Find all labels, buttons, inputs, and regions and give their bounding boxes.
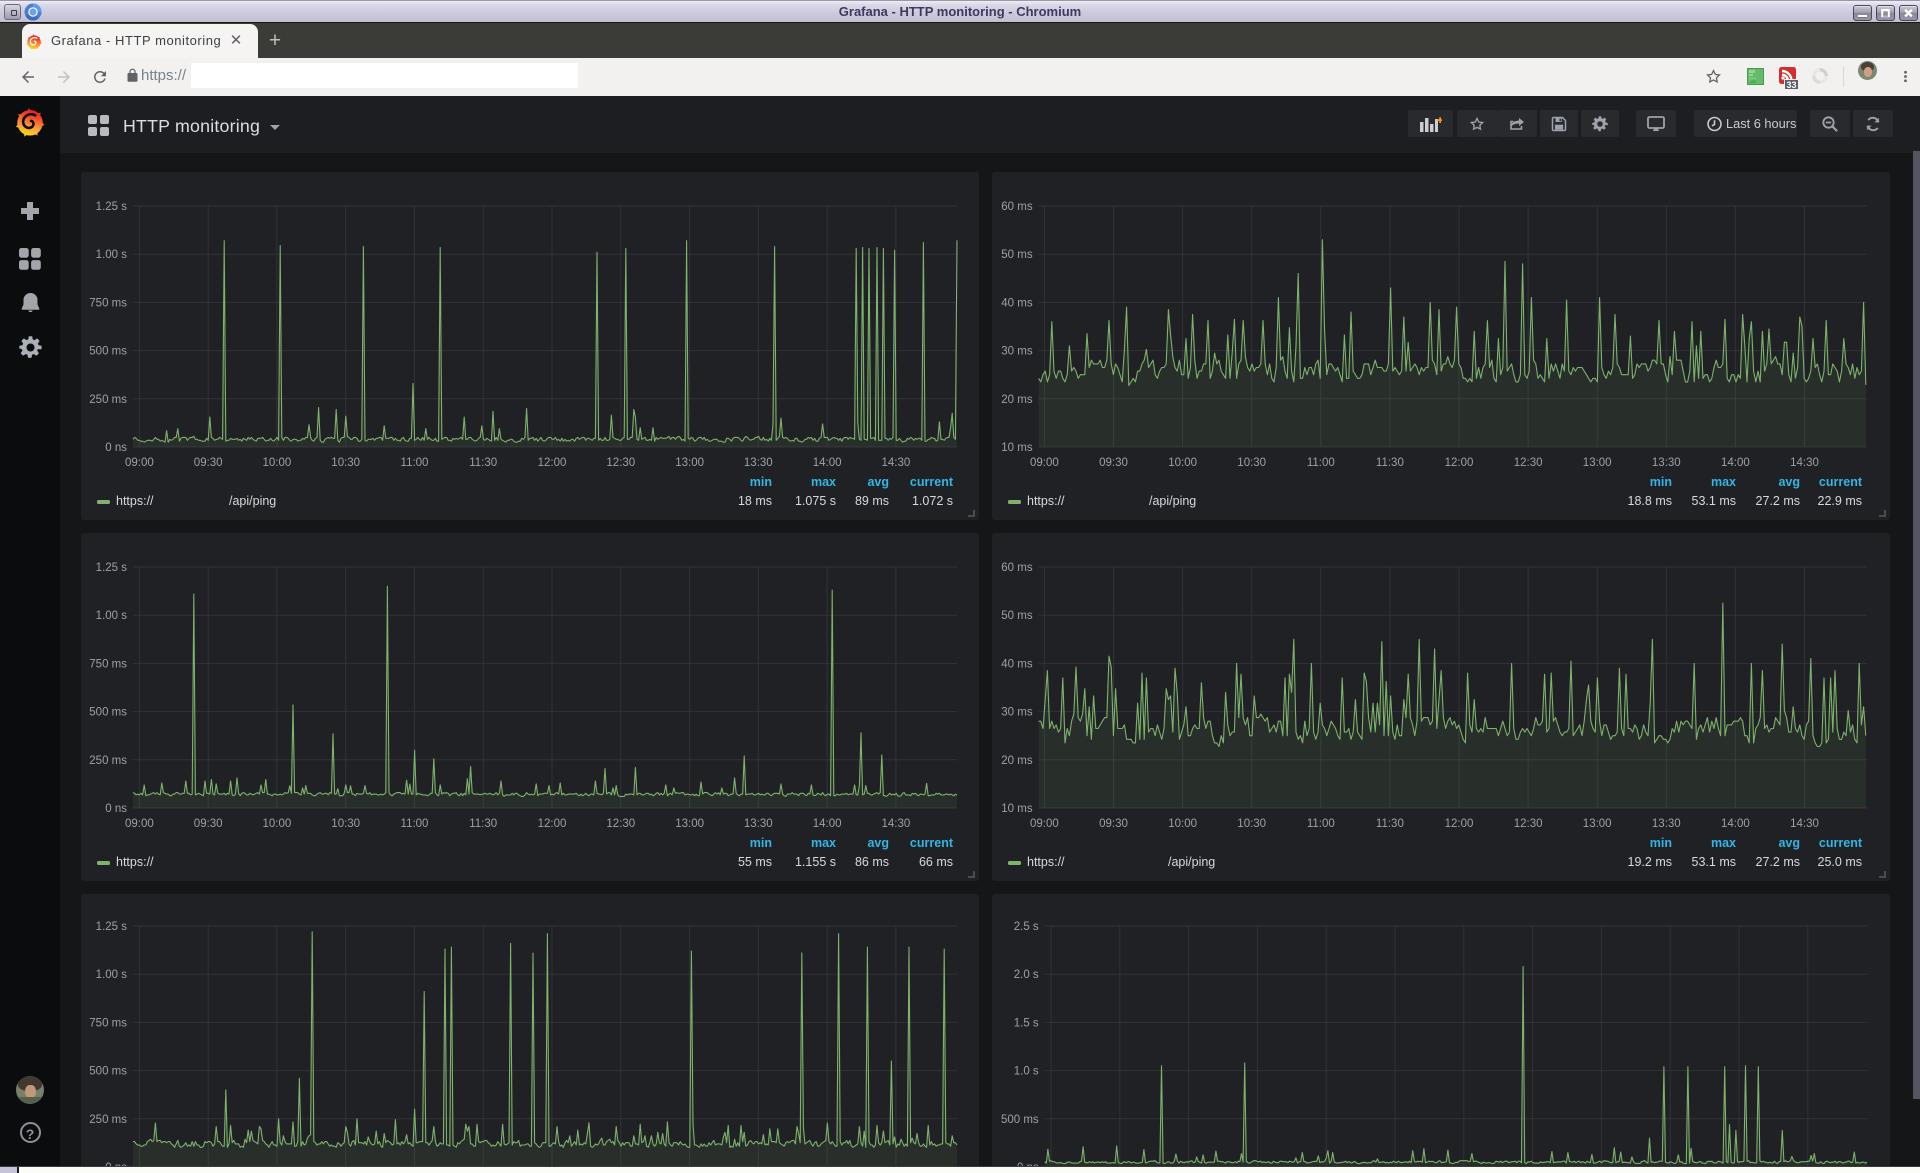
svg-text:10:00: 10:00 (1168, 818, 1197, 830)
svg-text:12:30: 12:30 (606, 457, 635, 469)
svg-text:10:30: 10:30 (1237, 818, 1266, 830)
svg-text:13:30: 13:30 (744, 457, 773, 469)
svg-text:11:00: 11:00 (401, 457, 429, 469)
svg-text:11:30: 11:30 (469, 457, 497, 469)
svg-text:250 ms: 250 ms (89, 1113, 127, 1125)
svg-text:14:00: 14:00 (813, 818, 842, 830)
svg-text:13:30: 13:30 (744, 818, 773, 830)
svg-text:12:30: 12:30 (1514, 818, 1543, 830)
svg-text:20 ms: 20 ms (1001, 755, 1033, 767)
svg-text:750 ms: 750 ms (89, 658, 127, 670)
svg-text:40 ms: 40 ms (1001, 658, 1033, 670)
svg-text:10:30: 10:30 (1237, 457, 1266, 469)
svg-text:14:30: 14:30 (882, 457, 911, 469)
svg-text:09:00: 09:00 (125, 818, 154, 830)
svg-text:09:00: 09:00 (1030, 457, 1059, 469)
svg-text:1.25 s: 1.25 s (96, 201, 128, 213)
svg-text:1.25 s: 1.25 s (96, 562, 128, 574)
svg-text:10 ms: 10 ms (1001, 442, 1033, 454)
svg-text:30 ms: 30 ms (1001, 707, 1033, 719)
svg-text:1.0 s: 1.0 s (1014, 1065, 1039, 1077)
svg-text:10:00: 10:00 (263, 457, 292, 469)
svg-text:10:30: 10:30 (331, 818, 360, 830)
svg-text:0 ns: 0 ns (105, 803, 127, 815)
svg-text:12:00: 12:00 (538, 818, 567, 830)
svg-text:10:00: 10:00 (1168, 457, 1197, 469)
svg-text:2.0 s: 2.0 s (1014, 969, 1039, 981)
svg-text:12:00: 12:00 (538, 457, 567, 469)
svg-text:1.5 s: 1.5 s (1014, 1017, 1039, 1029)
svg-text:11:30: 11:30 (469, 818, 497, 830)
svg-text:750 ms: 750 ms (89, 1017, 127, 1029)
svg-text:50 ms: 50 ms (1001, 249, 1033, 261)
svg-text:12:30: 12:30 (606, 818, 635, 830)
svg-text:12:00: 12:00 (1445, 818, 1474, 830)
svg-text:09:00: 09:00 (1030, 818, 1059, 830)
svg-text:250 ms: 250 ms (89, 394, 127, 406)
svg-text:500 ms: 500 ms (89, 1065, 127, 1077)
svg-text:14:30: 14:30 (1790, 457, 1819, 469)
svg-text:1.00 s: 1.00 s (96, 249, 128, 261)
svg-text:250 ms: 250 ms (89, 755, 127, 767)
svg-text:14:00: 14:00 (813, 457, 842, 469)
svg-text:13:30: 13:30 (1652, 457, 1681, 469)
svg-text:0 ns: 0 ns (105, 442, 127, 454)
svg-text:10 ms: 10 ms (1001, 803, 1033, 815)
svg-text:14:00: 14:00 (1721, 818, 1750, 830)
svg-text:60 ms: 60 ms (1001, 562, 1033, 574)
svg-text:1.00 s: 1.00 s (96, 610, 128, 622)
svg-text:13:30: 13:30 (1652, 818, 1681, 830)
svg-text:1.00 s: 1.00 s (96, 969, 128, 981)
svg-text:40 ms: 40 ms (1001, 297, 1033, 309)
svg-text:10:00: 10:00 (263, 818, 292, 830)
svg-text:60 ms: 60 ms (1001, 201, 1033, 213)
svg-text:09:30: 09:30 (1099, 457, 1128, 469)
svg-text:1.25 s: 1.25 s (96, 921, 128, 933)
svg-text:11:30: 11:30 (1376, 818, 1404, 830)
svg-text:11:00: 11:00 (1307, 818, 1335, 830)
svg-text:14:30: 14:30 (882, 818, 911, 830)
svg-text:20 ms: 20 ms (1001, 394, 1033, 406)
svg-text:13:00: 13:00 (675, 818, 704, 830)
svg-text:500 ms: 500 ms (1001, 1113, 1039, 1125)
svg-text:750 ms: 750 ms (89, 297, 127, 309)
svg-text:09:30: 09:30 (194, 457, 223, 469)
svg-text:14:30: 14:30 (1790, 818, 1819, 830)
svg-text:11:00: 11:00 (401, 818, 429, 830)
svg-text:30 ms: 30 ms (1001, 346, 1033, 358)
svg-text:13:00: 13:00 (675, 457, 704, 469)
svg-text:10:30: 10:30 (331, 457, 360, 469)
svg-text:12:00: 12:00 (1445, 457, 1474, 469)
svg-text:500 ms: 500 ms (89, 707, 127, 719)
svg-text:11:00: 11:00 (1307, 457, 1335, 469)
svg-text:500 ms: 500 ms (89, 346, 127, 358)
svg-text:09:00: 09:00 (125, 457, 154, 469)
svg-text:2.5 s: 2.5 s (1014, 921, 1039, 933)
svg-text:14:00: 14:00 (1721, 457, 1750, 469)
svg-text:12:30: 12:30 (1514, 457, 1543, 469)
svg-text:09:30: 09:30 (194, 818, 223, 830)
svg-text:13:00: 13:00 (1583, 457, 1612, 469)
svg-text:13:00: 13:00 (1583, 818, 1612, 830)
svg-text:50 ms: 50 ms (1001, 610, 1033, 622)
svg-text:11:30: 11:30 (1376, 457, 1404, 469)
svg-text:09:30: 09:30 (1099, 818, 1128, 830)
